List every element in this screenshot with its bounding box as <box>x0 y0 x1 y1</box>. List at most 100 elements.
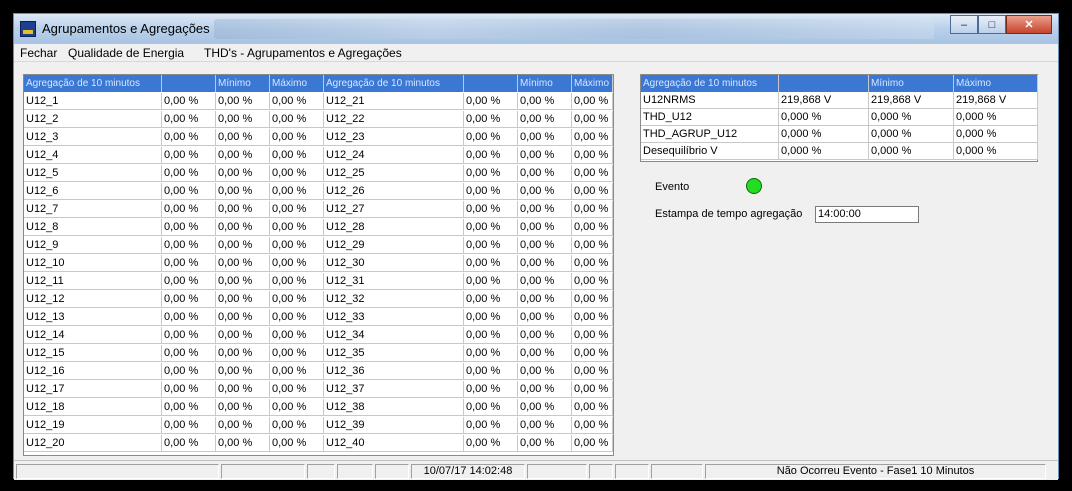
status-panel <box>615 464 649 479</box>
table-cell: 0,00 % <box>162 345 216 362</box>
table-cell: 0,00 % <box>572 111 613 128</box>
table-cell: 0,00 % <box>162 435 216 452</box>
table-row[interactable]: U12_11 0,00 % 0,00 % 0,00 % U12_31 0,00 % 0,00… <box>24 273 613 290</box>
column-header: Máximo <box>954 75 1038 92</box>
table-cell: 0,00 % <box>518 111 572 128</box>
table-row[interactable]: U12_16 0,00 % 0,00 % 0,00 % U12_36 0,00 % 0,00… <box>24 363 613 380</box>
table-cell: 0,000 % <box>869 109 954 126</box>
table-row[interactable]: U12_13 0,00 % 0,00 % 0,00 % U12_33 0,00 % 0,00… <box>24 309 613 326</box>
table-cell: 0,00 % <box>518 417 572 434</box>
table-cell: 0,00 % <box>518 327 572 344</box>
table-cell: 0,00 % <box>464 291 518 308</box>
table-header-row: Agregação de 10 minutos Mínimo Máximo <box>641 75 1038 92</box>
table-cell: 0,00 % <box>464 129 518 146</box>
table-row[interactable]: THD_U12 0,000 % 0,000 % 0,000 % <box>641 109 1038 126</box>
table-row[interactable]: U12_2 0,00 % 0,00 % 0,00 % U12_22 0,00 % 0,00 … <box>24 111 613 128</box>
table-cell: 0,00 % <box>464 183 518 200</box>
table-cell: 0,00 % <box>464 399 518 416</box>
table-cell: U12_12 <box>24 291 162 308</box>
table-row[interactable]: U12_7 0,00 % 0,00 % 0,00 % U12_27 0,00 % 0,00 … <box>24 201 613 218</box>
column-header: Mínimo <box>518 75 572 92</box>
table-cell: U12_17 <box>24 381 162 398</box>
table-cell: U12_20 <box>24 435 162 452</box>
table-cell: 0,00 % <box>162 363 216 380</box>
table-cell: U12_21 <box>324 93 464 110</box>
table-cell: 0,000 % <box>779 143 869 160</box>
table-row[interactable]: U12_17 0,00 % 0,00 % 0,00 % U12_37 0,00 % 0,00… <box>24 381 613 398</box>
table-cell: 0,00 % <box>216 111 270 128</box>
table-cell: 0,00 % <box>270 129 324 146</box>
status-panel <box>589 464 613 479</box>
table-row[interactable]: U12_19 0,00 % 0,00 % 0,00 % U12_39 0,00 % 0,00… <box>24 417 613 434</box>
table-row[interactable]: Desequilíbrio V 0,000 % 0,000 % 0,000 % <box>641 143 1038 160</box>
table-cell: 0,00 % <box>518 291 572 308</box>
table-cell: 0,00 % <box>572 327 613 344</box>
table-row[interactable]: U12_8 0,00 % 0,00 % 0,00 % U12_28 0,00 % 0,00 … <box>24 219 613 236</box>
table-cell: 0,00 % <box>572 363 613 380</box>
estampa-field[interactable]: 14:00:00 <box>815 206 919 223</box>
table-cell: U12_5 <box>24 165 162 182</box>
menu-thds-agrupamentos[interactable]: THD's - Agrupamentos e Agregações <box>204 46 402 60</box>
table-cell: 0,00 % <box>270 435 324 452</box>
table-cell: U12_22 <box>324 111 464 128</box>
column-header: Máximo <box>572 75 613 92</box>
table-cell: 0,00 % <box>270 363 324 380</box>
table-cell: 0,00 % <box>216 93 270 110</box>
table-cell: 0,00 % <box>270 273 324 290</box>
table-cell: 0,00 % <box>216 183 270 200</box>
table-cell: 0,00 % <box>270 147 324 164</box>
table-cell: U12_16 <box>24 363 162 380</box>
table-cell: U12_23 <box>324 129 464 146</box>
table-cell: U12_34 <box>324 327 464 344</box>
table-cell: 0,000 % <box>869 126 954 143</box>
table-row[interactable]: U12_18 0,00 % 0,00 % 0,00 % U12_38 0,00 % 0,00… <box>24 399 613 416</box>
table-row[interactable]: U12_4 0,00 % 0,00 % 0,00 % U12_24 0,00 % 0,00 … <box>24 147 613 164</box>
table-cell: 0,000 % <box>954 109 1038 126</box>
summary-grid[interactable]: Agregação de 10 minutos Mínimo Máximo U12NR… <box>640 74 1038 162</box>
table-row[interactable]: U12_3 0,00 % 0,00 % 0,00 % U12_23 0,00 % 0,00 … <box>24 129 613 146</box>
close-button[interactable]: ✕ <box>1006 15 1052 34</box>
maximize-button[interactable]: □ <box>978 15 1006 34</box>
app-icon <box>20 21 36 37</box>
table-cell: U12_36 <box>324 363 464 380</box>
table-cell: U12_14 <box>24 327 162 344</box>
table-cell: 0,00 % <box>464 435 518 452</box>
title-bar[interactable]: Agrupamentos e Agregações – □ ✕ <box>14 14 1058 44</box>
table-row[interactable]: U12_20 0,00 % 0,00 % 0,00 % U12_40 0,00 % 0,00… <box>24 435 613 452</box>
table-cell: U12_2 <box>24 111 162 128</box>
minimize-button[interactable]: – <box>950 15 978 34</box>
table-cell: 0,00 % <box>572 165 613 182</box>
column-header <box>162 75 216 92</box>
table-cell: 0,00 % <box>572 399 613 416</box>
table-row[interactable]: U12_9 0,00 % 0,00 % 0,00 % U12_29 0,00 % 0,00 … <box>24 237 613 254</box>
table-row[interactable]: U12_5 0,00 % 0,00 % 0,00 % U12_25 0,00 % 0,00 … <box>24 165 613 182</box>
window-controls: – □ ✕ <box>950 15 1052 34</box>
table-cell: 0,00 % <box>270 309 324 326</box>
table-cell: 0,00 % <box>464 111 518 128</box>
menu-qualidade-de-energia[interactable]: Qualidade de Energia <box>68 46 184 60</box>
table-cell: U12_39 <box>324 417 464 434</box>
table-row[interactable]: U12_6 0,00 % 0,00 % 0,00 % U12_26 0,00 % 0,00 … <box>24 183 613 200</box>
table-row[interactable]: U12_1 0,00 % 0,00 % 0,00 % U12_21 0,00 % 0,00 … <box>24 93 613 110</box>
table-cell: 0,00 % <box>518 93 572 110</box>
table-cell: 0,00 % <box>162 165 216 182</box>
table-cell: 0,00 % <box>270 111 324 128</box>
table-row[interactable]: THD_AGRUP_U12 0,000 % 0,000 % 0,000 % <box>641 126 1038 143</box>
table-cell: 0,000 % <box>779 126 869 143</box>
table-cell: 0,00 % <box>518 237 572 254</box>
menu-fechar[interactable]: Fechar <box>20 46 57 60</box>
table-row[interactable]: U12_10 0,00 % 0,00 % 0,00 % U12_30 0,00 % 0,00… <box>24 255 613 272</box>
table-row[interactable]: U12NRMS 219,868 V 219,868 V 219,868 V <box>641 92 1038 109</box>
harmonics-grid[interactable]: Agregação de 10 minutos Mínimo Máximo Agreg… <box>23 74 614 456</box>
table-cell: 219,868 V <box>869 92 954 109</box>
table-cell: 0,00 % <box>162 417 216 434</box>
table-row[interactable]: U12_14 0,00 % 0,00 % 0,00 % U12_34 0,00 % 0,00… <box>24 327 613 344</box>
table-cell: 0,00 % <box>270 219 324 236</box>
table-cell: 0,00 % <box>162 291 216 308</box>
table-cell: U12_27 <box>324 201 464 218</box>
table-row[interactable]: U12_12 0,00 % 0,00 % 0,00 % U12_32 0,00 % 0,00… <box>24 291 613 308</box>
table-row[interactable]: U12_15 0,00 % 0,00 % 0,00 % U12_35 0,00 % 0,00… <box>24 345 613 362</box>
table-cell: 0,00 % <box>572 219 613 236</box>
table-cell: 0,00 % <box>518 147 572 164</box>
table-cell: 0,00 % <box>216 435 270 452</box>
